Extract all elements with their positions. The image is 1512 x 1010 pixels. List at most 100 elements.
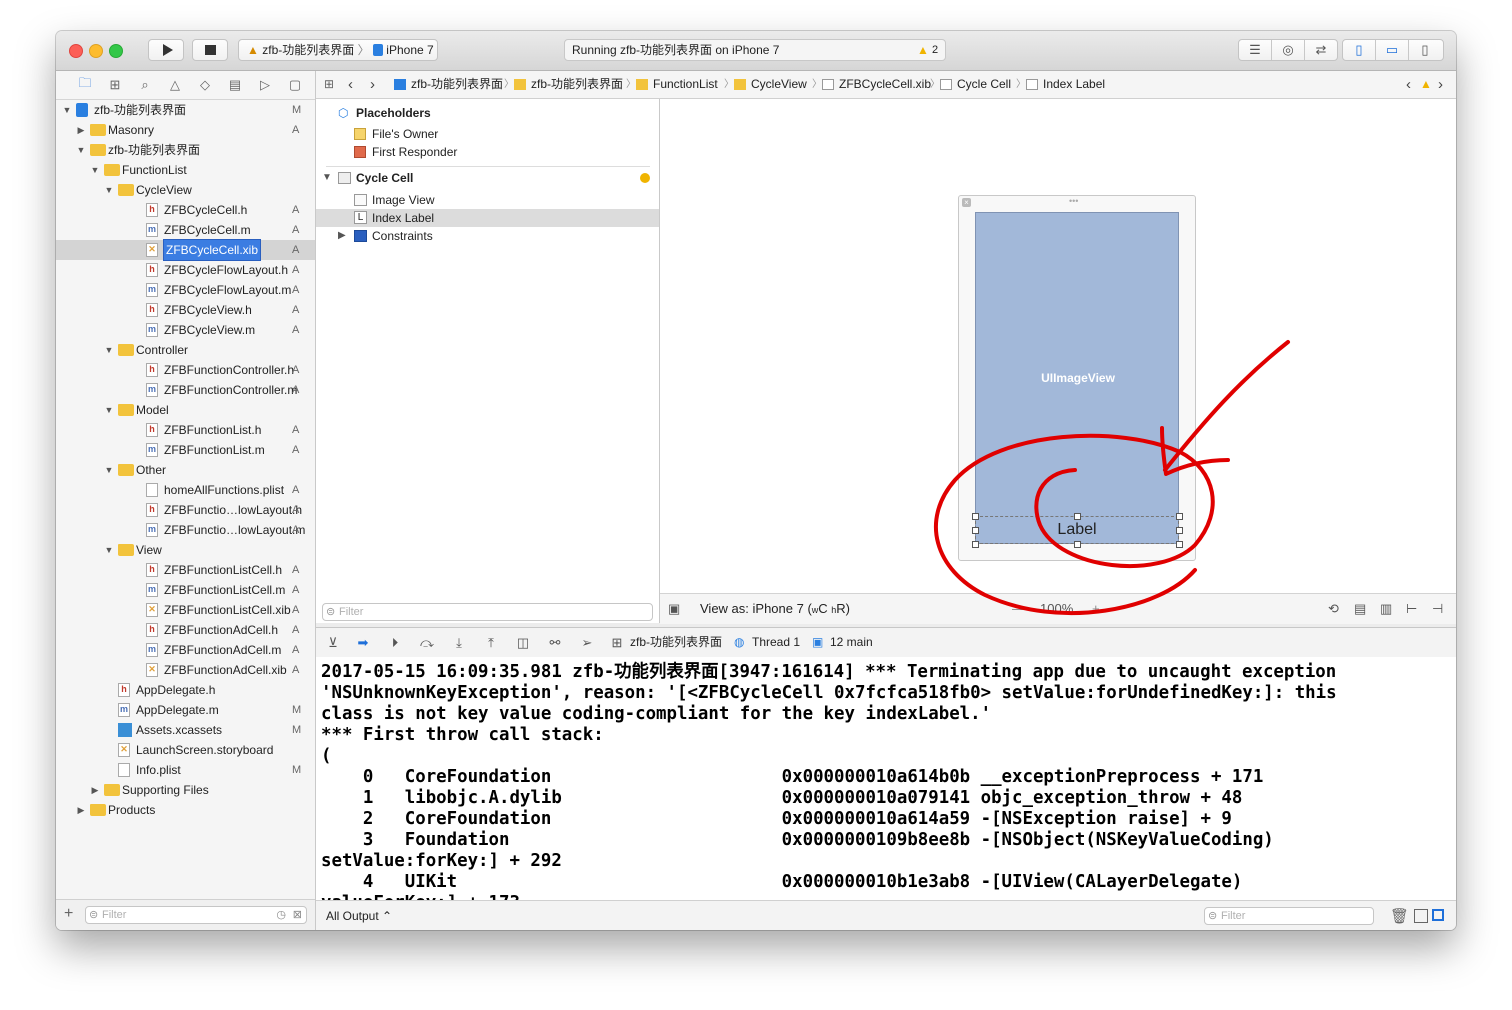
folder-icon[interactable]: 🗀: [70, 74, 100, 96]
search-icon[interactable]: ⌕: [130, 77, 160, 93]
zoom-level[interactable]: 100%: [1040, 594, 1073, 624]
step-into-icon[interactable]: ⤓: [448, 628, 470, 657]
variables-view-toggle-icon[interactable]: [1414, 909, 1428, 923]
file-row[interactable]: h ZFBFunctio…lowLayout.h A: [56, 500, 315, 520]
disclosure-triangle-icon[interactable]: ▶: [76, 120, 86, 140]
misplaced-warning-icon[interactable]: [640, 173, 650, 183]
file-row[interactable]: m ZFBCycleView.m A: [56, 320, 315, 340]
file-row[interactable]: Assets.xcassets M: [56, 720, 315, 740]
align-icon[interactable]: ▥: [1380, 594, 1392, 624]
outline-item-files-owner[interactable]: File's Owner: [316, 125, 659, 143]
navigator-filter-input[interactable]: ⊜ Filter ◷ ⊠: [85, 906, 307, 924]
resize-handle[interactable]: [1074, 541, 1081, 548]
report-icon[interactable]: ▢: [280, 77, 310, 93]
minimize-window-button[interactable]: [89, 44, 103, 58]
output-selector[interactable]: All Output ⌃: [326, 909, 392, 923]
resize-handle[interactable]: [972, 513, 979, 520]
update-frames-icon[interactable]: ⟲: [1328, 594, 1339, 624]
group-row[interactable]: ▶ Products: [56, 800, 315, 820]
breadcrumb-item[interactable]: FunctionList: [653, 71, 718, 98]
location-icon[interactable]: ➢: [576, 628, 598, 657]
memory-graph-icon[interactable]: ⚯: [544, 628, 566, 657]
disclosure-triangle-icon[interactable]: ▼: [104, 340, 114, 360]
close-scene-icon[interactable]: ×: [962, 198, 971, 207]
disclosure-triangle-icon[interactable]: ▼: [104, 400, 114, 420]
continue-icon[interactable]: ⏵: [384, 628, 406, 657]
file-row[interactable]: Info.plist M: [56, 760, 315, 780]
file-row[interactable]: h ZFBCycleView.h A: [56, 300, 315, 320]
pin-icon[interactable]: ⊢: [1406, 594, 1417, 624]
resize-handle[interactable]: [1074, 513, 1081, 520]
cycle-cell-view[interactable]: × ••• UIImageView Label: [958, 195, 1196, 561]
disclosure-triangle-icon[interactable]: ▼: [104, 540, 114, 560]
group-row[interactable]: ▼ Model: [56, 400, 315, 420]
file-row[interactable]: m ZFBFunctionAdCell.m A: [56, 640, 315, 660]
debug-console[interactable]: 2017-05-15 16:09:35.981 zfb-功能列表界面[3947:…: [316, 657, 1456, 900]
outline-filter-input[interactable]: ⊜ Filter: [322, 603, 653, 621]
scheme-selector[interactable]: ▲ zfb-功能列表界面 〉 iPhone 7: [238, 39, 438, 61]
version-editor-icon[interactable]: ⇄: [1305, 40, 1337, 60]
zoom-out-button[interactable]: —: [1012, 594, 1025, 624]
disclosure-triangle-icon[interactable]: ▶: [76, 800, 86, 820]
zoom-in-button[interactable]: +: [1092, 594, 1100, 624]
debug-target[interactable]: zfb-功能列表界面: [630, 628, 722, 657]
disclosure-triangle-icon[interactable]: ▼: [76, 140, 86, 160]
resize-handle[interactable]: [972, 527, 979, 534]
outline-item-constraints[interactable]: ▶ Constraints: [316, 227, 659, 245]
group-row[interactable]: ▼ Other: [56, 460, 315, 480]
console-filter-input[interactable]: ⊜ Filter: [1204, 907, 1374, 925]
disclosure-triangle-icon[interactable]: ▶: [90, 780, 100, 800]
group-row[interactable]: ▼ Controller: [56, 340, 315, 360]
outline-item-first-responder[interactable]: First Responder: [316, 143, 659, 161]
file-row[interactable]: ✕ ZFBFunctionListCell.xib A: [56, 600, 315, 620]
breakpoint-icon[interactable]: ▷: [250, 77, 280, 93]
disclosure-triangle-icon[interactable]: ▼: [62, 100, 72, 120]
group-row[interactable]: ▼ zfb-功能列表界面: [56, 140, 315, 160]
file-row[interactable]: m ZFBFunctionController.m A: [56, 380, 315, 400]
disclosure-triangle-icon[interactable]: ▼: [104, 180, 114, 200]
file-row[interactable]: ✕ ZFBCycleCell.xib A: [56, 239, 315, 261]
breadcrumb-item[interactable]: zfb-功能列表界面: [531, 71, 623, 98]
forward-chevron-icon[interactable]: ›: [370, 71, 375, 98]
hierarchy-icon[interactable]: ⊞: [100, 77, 130, 93]
breakpoints-toggle-icon[interactable]: ➡: [352, 628, 374, 657]
hide-debug-area-icon[interactable]: ⊻: [322, 628, 344, 657]
file-row[interactable]: m ZFBCycleCell.m A: [56, 220, 315, 240]
outline-item-index-label[interactable]: L Index Label: [316, 209, 659, 227]
view-toggle-segmented-control[interactable]: ▯ ▭ ▯: [1342, 39, 1444, 61]
back-chevron-icon[interactable]: ‹: [348, 71, 353, 98]
disclosure-triangle-icon[interactable]: ▶: [338, 227, 346, 245]
uiimageview[interactable]: UIImageView: [975, 212, 1179, 544]
assistant-editor-icon[interactable]: ◎: [1272, 40, 1305, 60]
previous-issue-icon[interactable]: ‹: [1406, 71, 1411, 98]
file-row[interactable]: h ZFBFunctionList.h A: [56, 420, 315, 440]
debug-area-toggle-icon[interactable]: ▭: [1376, 40, 1409, 60]
group-row[interactable]: ▶ Supporting Files: [56, 780, 315, 800]
breadcrumb-item[interactable]: CycleView: [751, 71, 807, 98]
recent-files-icon[interactable]: ◷: [276, 907, 286, 923]
debug-frame[interactable]: 12 main: [830, 628, 873, 657]
add-file-button[interactable]: +: [64, 905, 73, 923]
test-icon[interactable]: ◇: [190, 77, 220, 93]
breadcrumb-item[interactable]: Index Label: [1043, 71, 1105, 98]
resolve-issues-icon[interactable]: ⊣: [1432, 594, 1443, 624]
warning-icon[interactable]: ▲: [917, 40, 929, 60]
debug-icon[interactable]: ▤: [220, 77, 250, 93]
issue-warning-icon[interactable]: ▲: [1420, 71, 1432, 98]
warning-count[interactable]: 2: [932, 40, 938, 60]
resize-handle[interactable]: [972, 541, 979, 548]
run-button[interactable]: [148, 39, 184, 61]
standard-editor-icon[interactable]: ☰: [1239, 40, 1272, 60]
disclosure-triangle-icon[interactable]: ▼: [322, 169, 332, 187]
disclosure-triangle-icon[interactable]: ▼: [104, 460, 114, 480]
outline-item-image-view[interactable]: Image View: [316, 191, 659, 209]
embed-stack-icon[interactable]: ▤: [1354, 594, 1366, 624]
group-row[interactable]: ▼ FunctionList: [56, 160, 315, 180]
disclosure-triangle-icon[interactable]: ▼: [90, 160, 100, 180]
scm-filter-icon[interactable]: ⊠: [293, 907, 302, 923]
group-row[interactable]: ▼ CycleView: [56, 180, 315, 200]
console-view-toggle-icon[interactable]: [1432, 909, 1444, 921]
step-over-icon[interactable]: ⤼: [416, 628, 438, 657]
close-window-button[interactable]: [69, 44, 83, 58]
trash-icon[interactable]: 🗑: [1390, 907, 1409, 925]
